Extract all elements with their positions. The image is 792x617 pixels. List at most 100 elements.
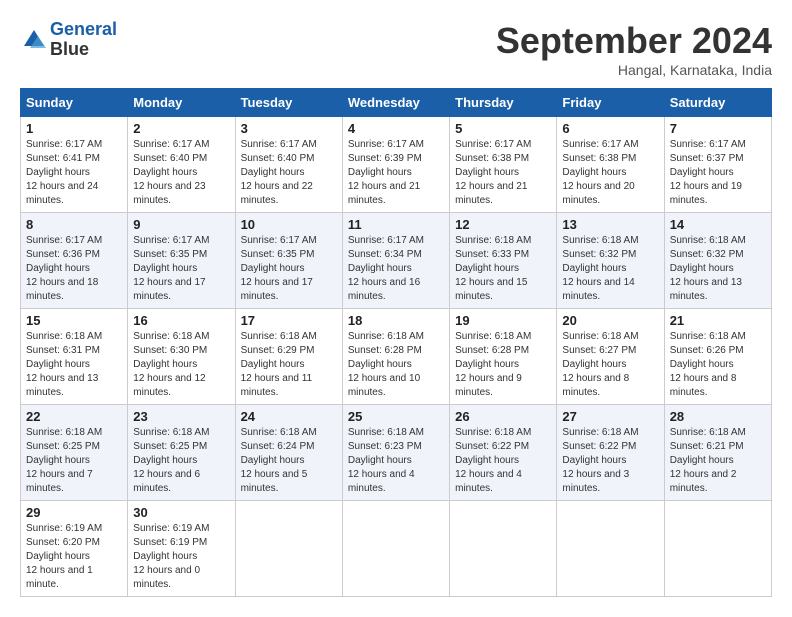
day-number: 27 <box>562 409 658 424</box>
calendar-cell: 21Sunrise: 6:18 AMSunset: 6:26 PMDayligh… <box>664 309 771 405</box>
calendar-week-row: 8 Sunrise: 6:17 AMSunset: 6:36 PMDaylight… <box>21 213 772 309</box>
calendar-cell: 4 Sunrise: 6:17 AMSunset: 6:39 PMDaylight… <box>342 117 449 213</box>
calendar-cell: 1 Sunrise: 6:17 AMSunset: 6:41 PMDaylight… <box>21 117 128 213</box>
day-number: 23 <box>133 409 229 424</box>
day-info: Sunrise: 6:17 AMSunset: 6:36 PMDaylight … <box>26 235 102 302</box>
calendar-table: SundayMondayTuesdayWednesdayThursdayFrid… <box>20 88 772 597</box>
day-info: Sunrise: 6:18 AMSunset: 6:31 PMDaylight … <box>26 331 102 398</box>
day-info: Sunrise: 6:17 AMSunset: 6:40 PMDaylight … <box>133 139 209 206</box>
day-number: 8 <box>26 217 122 232</box>
day-number: 24 <box>241 409 337 424</box>
day-number: 9 <box>133 217 229 232</box>
day-number: 14 <box>670 217 766 232</box>
day-info: Sunrise: 6:18 AMSunset: 6:24 PMDaylight … <box>241 427 317 494</box>
location-subtitle: Hangal, Karnataka, India <box>496 62 772 78</box>
day-info: Sunrise: 6:18 AMSunset: 6:29 PMDaylight … <box>241 331 317 398</box>
calendar-header-row: SundayMondayTuesdayWednesdayThursdayFrid… <box>21 89 772 117</box>
calendar-cell: 29Sunrise: 6:19 AMSunset: 6:20 PMDayligh… <box>21 501 128 597</box>
calendar-week-row: 15 Sunrise: 6:18 AMSunset: 6:31 PMDayligh… <box>21 309 772 405</box>
calendar-week-row: 22 Sunrise: 6:18 AMSunset: 6:25 PMDayligh… <box>21 405 772 501</box>
day-number: 12 <box>455 217 551 232</box>
calendar-cell: 7Sunrise: 6:17 AMSunset: 6:37 PMDaylight… <box>664 117 771 213</box>
day-info: Sunrise: 6:18 AMSunset: 6:23 PMDaylight … <box>348 427 424 494</box>
day-number: 5 <box>455 121 551 136</box>
calendar-cell: 5Sunrise: 6:17 AMSunset: 6:38 PMDaylight… <box>450 117 557 213</box>
day-info: Sunrise: 6:17 AMSunset: 6:35 PMDaylight … <box>241 235 317 302</box>
day-number: 25 <box>348 409 444 424</box>
calendar-cell: 14 Sunrise: 6:18 AMSunset: 6:32 PMDayligh… <box>664 213 771 309</box>
day-info: Sunrise: 6:17 AMSunset: 6:41 PMDaylight … <box>26 139 102 206</box>
calendar-body: 1 Sunrise: 6:17 AMSunset: 6:41 PMDaylight… <box>21 117 772 597</box>
calendar-cell: 24 Sunrise: 6:18 AMSunset: 6:24 PMDayligh… <box>235 405 342 501</box>
month-title: September 2024 <box>496 20 772 62</box>
day-number: 3 <box>241 121 337 136</box>
day-number: 17 <box>241 313 337 328</box>
day-info: Sunrise: 6:17 AMSunset: 6:34 PMDaylight … <box>348 235 424 302</box>
day-number: 20 <box>562 313 658 328</box>
calendar-cell <box>235 501 342 597</box>
day-info: Sunrise: 6:18 AMSunset: 6:25 PMDaylight … <box>26 427 102 494</box>
day-header-saturday: Saturday <box>664 89 771 117</box>
day-header-wednesday: Wednesday <box>342 89 449 117</box>
day-number: 22 <box>26 409 122 424</box>
day-number: 26 <box>455 409 551 424</box>
calendar-cell: 16 Sunrise: 6:18 AMSunset: 6:30 PMDayligh… <box>128 309 235 405</box>
day-header-monday: Monday <box>128 89 235 117</box>
calendar-week-row: 1 Sunrise: 6:17 AMSunset: 6:41 PMDaylight… <box>21 117 772 213</box>
calendar-cell: 8 Sunrise: 6:17 AMSunset: 6:36 PMDaylight… <box>21 213 128 309</box>
calendar-cell: 10 Sunrise: 6:17 AMSunset: 6:35 PMDayligh… <box>235 213 342 309</box>
title-area: September 2024 Hangal, Karnataka, India <box>496 20 772 78</box>
calendar-cell: 15 Sunrise: 6:18 AMSunset: 6:31 PMDayligh… <box>21 309 128 405</box>
day-info: Sunrise: 6:19 AMSunset: 6:20 PMDaylight … <box>26 523 102 590</box>
day-info: Sunrise: 6:17 AMSunset: 6:40 PMDaylight … <box>241 139 317 206</box>
calendar-cell: 30Sunrise: 6:19 AMSunset: 6:19 PMDayligh… <box>128 501 235 597</box>
day-info: Sunrise: 6:19 AMSunset: 6:19 PMDaylight … <box>133 523 209 590</box>
day-header-tuesday: Tuesday <box>235 89 342 117</box>
day-info: Sunrise: 6:17 AMSunset: 6:38 PMDaylight … <box>562 139 638 206</box>
day-info: Sunrise: 6:18 AMSunset: 6:30 PMDaylight … <box>133 331 209 398</box>
day-info: Sunrise: 6:17 AMSunset: 6:39 PMDaylight … <box>348 139 424 206</box>
day-info: Sunrise: 6:18 AMSunset: 6:32 PMDaylight … <box>670 235 746 302</box>
day-number: 11 <box>348 217 444 232</box>
day-number: 6 <box>562 121 658 136</box>
calendar-cell: 22 Sunrise: 6:18 AMSunset: 6:25 PMDayligh… <box>21 405 128 501</box>
day-number: 18 <box>348 313 444 328</box>
page-header: General Blue September 2024 Hangal, Karn… <box>20 20 772 78</box>
day-info: Sunrise: 6:18 AMSunset: 6:25 PMDaylight … <box>133 427 209 494</box>
calendar-cell: 17 Sunrise: 6:18 AMSunset: 6:29 PMDayligh… <box>235 309 342 405</box>
day-info: Sunrise: 6:18 AMSunset: 6:28 PMDaylight … <box>348 331 424 398</box>
calendar-cell: 25 Sunrise: 6:18 AMSunset: 6:23 PMDayligh… <box>342 405 449 501</box>
day-info: Sunrise: 6:18 AMSunset: 6:32 PMDaylight … <box>562 235 638 302</box>
day-info: Sunrise: 6:18 AMSunset: 6:33 PMDaylight … <box>455 235 531 302</box>
day-number: 13 <box>562 217 658 232</box>
day-number: 10 <box>241 217 337 232</box>
day-header-thursday: Thursday <box>450 89 557 117</box>
calendar-cell: 6 Sunrise: 6:17 AMSunset: 6:38 PMDaylight… <box>557 117 664 213</box>
calendar-cell <box>450 501 557 597</box>
day-info: Sunrise: 6:18 AMSunset: 6:21 PMDaylight … <box>670 427 746 494</box>
day-info: Sunrise: 6:17 AMSunset: 6:37 PMDaylight … <box>670 139 746 206</box>
day-number: 2 <box>133 121 229 136</box>
calendar-week-row: 29Sunrise: 6:19 AMSunset: 6:20 PMDayligh… <box>21 501 772 597</box>
logo: General Blue <box>20 20 117 60</box>
day-number: 28 <box>670 409 766 424</box>
calendar-cell: 20Sunrise: 6:18 AMSunset: 6:27 PMDayligh… <box>557 309 664 405</box>
day-info: Sunrise: 6:18 AMSunset: 6:22 PMDaylight … <box>562 427 638 494</box>
calendar-cell: 28 Sunrise: 6:18 AMSunset: 6:21 PMDayligh… <box>664 405 771 501</box>
logo-text: General Blue <box>50 20 117 60</box>
calendar-cell: 3 Sunrise: 6:17 AMSunset: 6:40 PMDaylight… <box>235 117 342 213</box>
calendar-cell: 11 Sunrise: 6:17 AMSunset: 6:34 PMDayligh… <box>342 213 449 309</box>
day-number: 16 <box>133 313 229 328</box>
calendar-cell <box>557 501 664 597</box>
calendar-cell: 23 Sunrise: 6:18 AMSunset: 6:25 PMDayligh… <box>128 405 235 501</box>
calendar-cell: 13 Sunrise: 6:18 AMSunset: 6:32 PMDayligh… <box>557 213 664 309</box>
day-header-sunday: Sunday <box>21 89 128 117</box>
day-number: 1 <box>26 121 122 136</box>
calendar-cell: 26 Sunrise: 6:18 AMSunset: 6:22 PMDayligh… <box>450 405 557 501</box>
day-info: Sunrise: 6:18 AMSunset: 6:22 PMDaylight … <box>455 427 531 494</box>
day-info: Sunrise: 6:18 AMSunset: 6:28 PMDaylight … <box>455 331 531 398</box>
day-number: 21 <box>670 313 766 328</box>
day-number: 4 <box>348 121 444 136</box>
day-number: 15 <box>26 313 122 328</box>
calendar-cell <box>342 501 449 597</box>
